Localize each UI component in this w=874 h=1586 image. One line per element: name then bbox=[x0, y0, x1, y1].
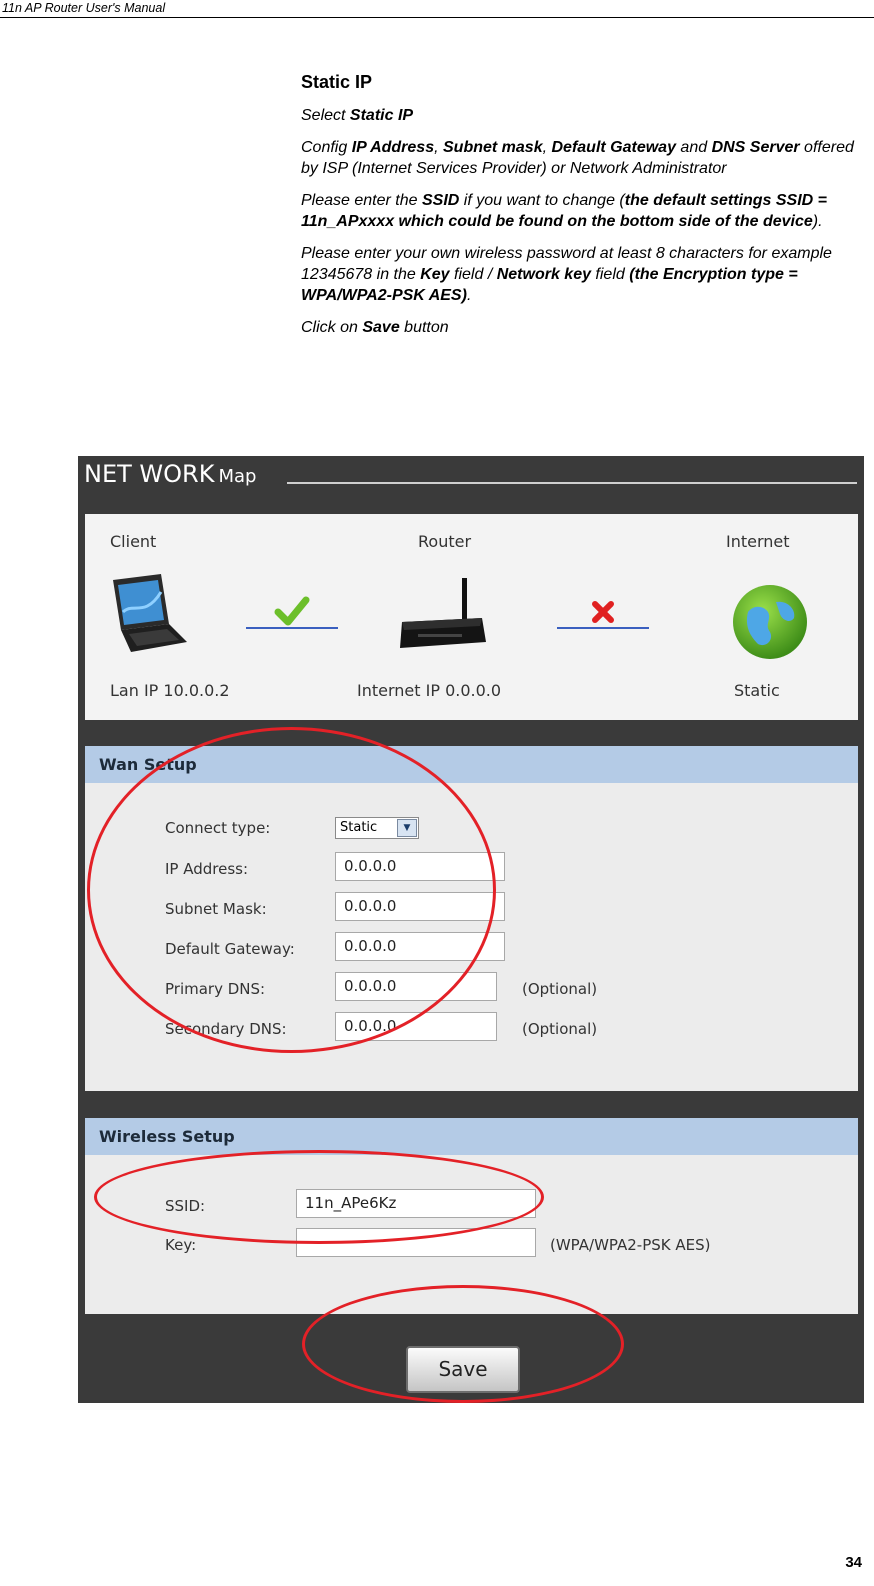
wan-setup-header: Wan Setup bbox=[85, 746, 858, 783]
text-run: Select bbox=[301, 107, 350, 124]
secondary-dns-label: Secondary DNS: bbox=[165, 1020, 287, 1038]
text-run: , bbox=[434, 139, 443, 156]
subnet-mask-label: Subnet Mask: bbox=[165, 900, 267, 918]
internet-label: Internet bbox=[726, 532, 790, 551]
router-label: Router bbox=[418, 532, 472, 551]
primary-dns-label: Primary DNS: bbox=[165, 980, 266, 998]
emphasized-text: SSID bbox=[421, 192, 460, 209]
ip-address-input[interactable]: 0.0.0.0 bbox=[335, 852, 505, 881]
encryption-type-note: (WPA/WPA2-PSK AES) bbox=[550, 1236, 711, 1254]
manual-title: 11n AP Router User's Manual bbox=[2, 1, 166, 15]
network-map-title: NET WORK Map bbox=[84, 460, 257, 488]
emphasized-text: Key bbox=[420, 266, 450, 283]
text-run: field / bbox=[449, 266, 497, 283]
wireless-setup-panel: Wireless Setup SSID: 11n_APe6Kz Key: (WP… bbox=[85, 1118, 858, 1314]
client-ip: Lan IP 10.0.0.2 bbox=[110, 681, 230, 700]
text-run: Please enter the bbox=[301, 192, 422, 209]
ip-address-label: IP Address: bbox=[165, 860, 249, 878]
internet-mode: Static bbox=[734, 681, 780, 700]
save-button[interactable]: Save bbox=[406, 1346, 520, 1393]
default-gateway-input[interactable]: 0.0.0.0 bbox=[335, 932, 505, 961]
connected-check-icon bbox=[246, 596, 338, 629]
subnet-mask-input[interactable]: 0.0.0.0 bbox=[335, 892, 505, 921]
text-run: Click on bbox=[301, 319, 363, 336]
running-header: 11n AP Router User's Manual bbox=[0, 0, 874, 18]
instruction-paragraph: Please enter your own wireless password … bbox=[301, 243, 863, 306]
emphasized-text: DNS Server bbox=[711, 139, 800, 156]
section-heading: Static IP bbox=[301, 72, 373, 92]
emphasized-text: IP Address bbox=[351, 139, 435, 156]
key-label: Key: bbox=[165, 1236, 197, 1254]
emphasized-text: Save bbox=[362, 319, 400, 336]
secondary-dns-input[interactable]: 0.0.0.0 bbox=[335, 1012, 497, 1041]
laptop-icon bbox=[113, 574, 187, 652]
wan-setup-panel: Wan Setup Connect type: Static ▼ IP Addr… bbox=[85, 746, 858, 1091]
text-run: field bbox=[590, 266, 630, 283]
page-number: 34 bbox=[845, 1554, 862, 1571]
router-icon bbox=[400, 578, 486, 648]
emphasized-text: Default Gateway bbox=[551, 139, 676, 156]
connect-type-select[interactable]: Static ▼ bbox=[335, 817, 419, 839]
primary-dns-input[interactable]: 0.0.0.0 bbox=[335, 972, 497, 1001]
wireless-setup-header: Wireless Setup bbox=[85, 1118, 858, 1155]
connect-type-label: Connect type: bbox=[165, 819, 271, 837]
text-run: Config bbox=[301, 139, 352, 156]
emphasized-text: Static IP bbox=[349, 107, 414, 124]
instruction-paragraph: Select Static IP bbox=[301, 105, 863, 126]
emphasized-text: Subnet mask bbox=[443, 139, 543, 156]
primary-dns-optional: (Optional) bbox=[522, 980, 598, 998]
network-map-panel: Client Router Internet Lan IP 10.0.0.2 I… bbox=[85, 514, 858, 720]
chevron-down-icon[interactable]: ▼ bbox=[397, 819, 417, 837]
router-ip: Internet IP 0.0.0.0 bbox=[357, 681, 502, 700]
title-divider bbox=[287, 482, 857, 484]
disconnected-x-icon bbox=[557, 601, 649, 629]
text-run: . bbox=[466, 287, 472, 304]
instruction-paragraph: Config IP Address, Subnet mask, Default … bbox=[301, 137, 863, 179]
wireless-setup-title: Wireless Setup bbox=[99, 1127, 235, 1146]
key-input[interactable] bbox=[296, 1228, 536, 1257]
text-run: and bbox=[675, 139, 712, 156]
text-run: if you want to change ( bbox=[459, 192, 625, 209]
default-gateway-label: Default Gateway: bbox=[165, 940, 295, 958]
client-label: Client bbox=[110, 532, 157, 551]
emphasized-text: Network key bbox=[496, 266, 591, 283]
globe-icon bbox=[733, 585, 807, 659]
text-run: ). bbox=[812, 213, 823, 230]
wan-setup-title: Wan Setup bbox=[99, 755, 197, 774]
instruction-paragraph: Please enter the SSID if you want to cha… bbox=[301, 190, 863, 232]
ssid-label: SSID: bbox=[165, 1197, 206, 1215]
instruction-paragraph: Click on Save button bbox=[301, 317, 863, 338]
secondary-dns-optional: (Optional) bbox=[522, 1020, 598, 1038]
router-setup-screenshot: NET WORK Map Client Router Internet Lan … bbox=[78, 456, 864, 1403]
ssid-input[interactable]: 11n_APe6Kz bbox=[296, 1189, 536, 1218]
instructions: Static IP Select Static IP Config IP Add… bbox=[301, 72, 863, 349]
text-run: button bbox=[399, 319, 449, 336]
